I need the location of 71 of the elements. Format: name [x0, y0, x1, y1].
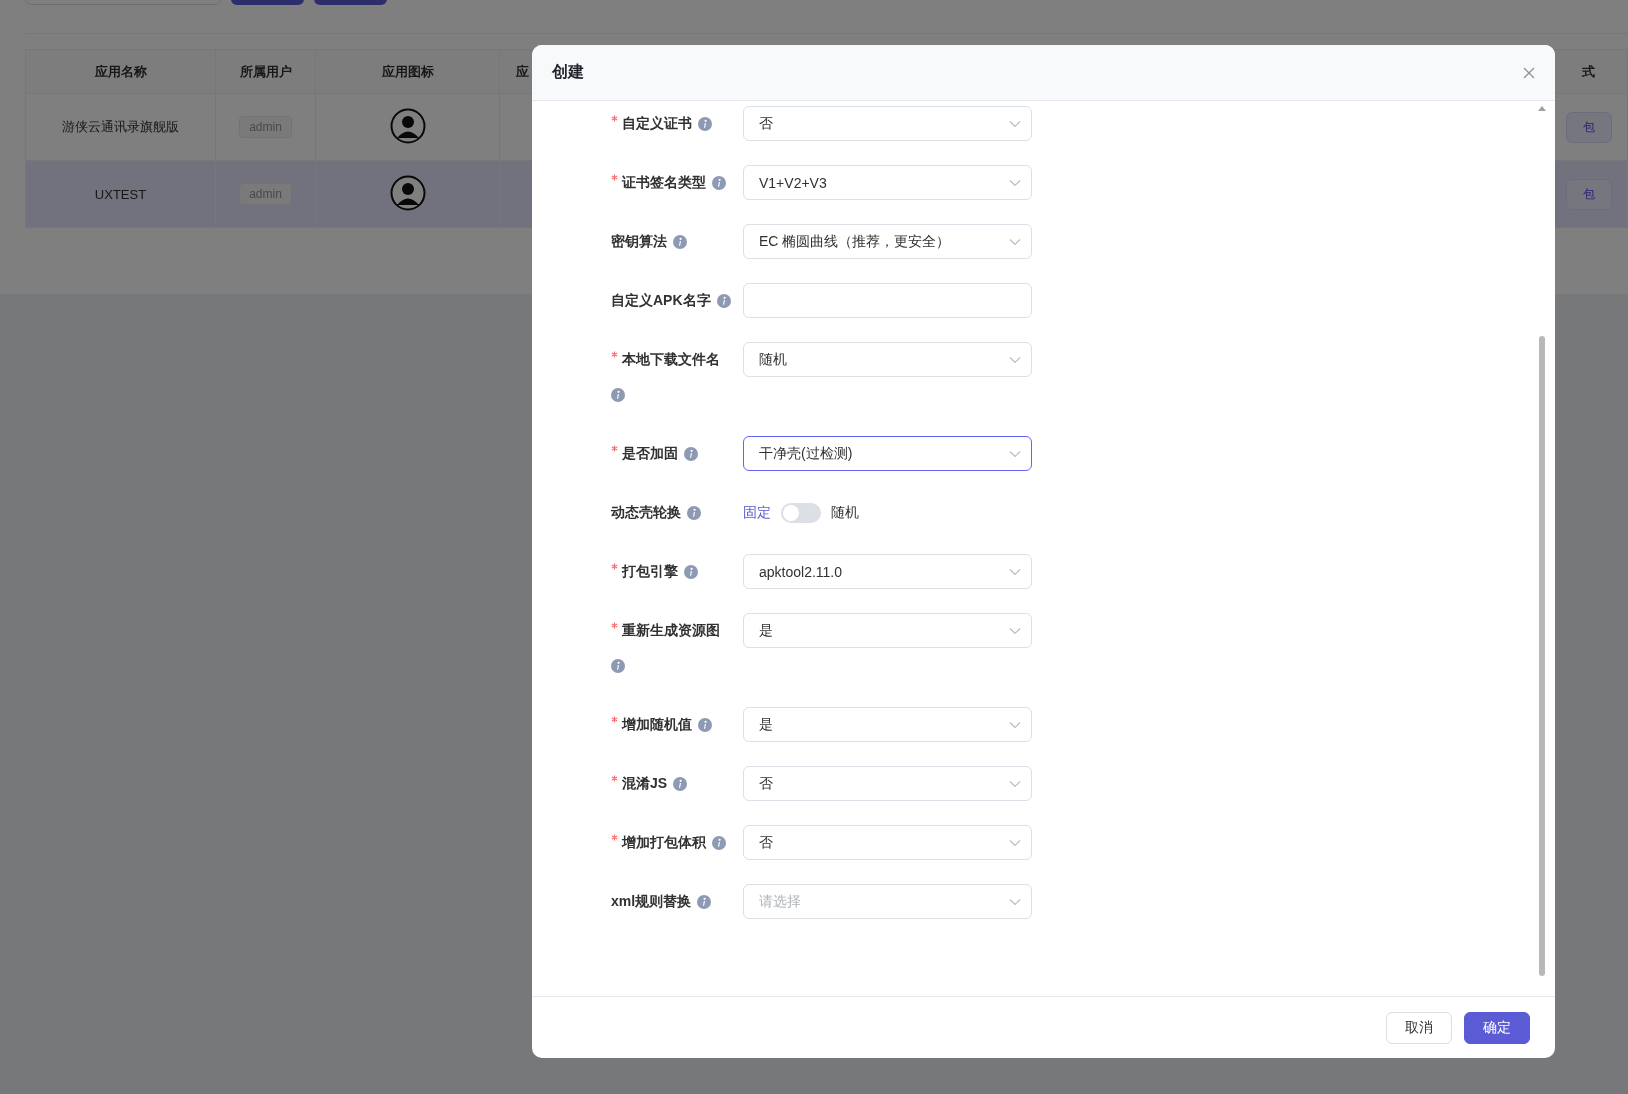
switch-label: 随机	[831, 503, 859, 522]
select-field[interactable]: apktool2.11.0	[743, 554, 1032, 589]
info-icon	[698, 717, 712, 732]
field-label: 增加随机值	[611, 707, 692, 742]
required-asterisk-icon	[611, 174, 618, 181]
info-icon	[712, 175, 726, 190]
info-icon	[684, 564, 698, 579]
avatar-icon	[389, 107, 426, 144]
field-label: xml规则替换	[611, 892, 692, 911]
select-field[interactable]: 干净壳(过检测)	[743, 436, 1032, 471]
info-icon	[716, 293, 731, 308]
close-icon[interactable]	[1523, 66, 1535, 79]
chevron-down-icon	[1009, 178, 1021, 187]
info-icon	[673, 234, 687, 249]
field-label: 自定义证书	[611, 106, 692, 141]
dialog-title: 创建	[552, 62, 584, 82]
select-field[interactable]: V1+V2+V3	[743, 165, 1032, 200]
info-icon	[712, 835, 726, 850]
info-icon	[697, 894, 712, 909]
required-asterisk-icon	[611, 716, 618, 723]
chevron-down-icon	[1009, 567, 1021, 576]
chevron-down-icon	[1009, 779, 1021, 788]
required-asterisk-icon	[611, 115, 618, 122]
select-field[interactable]: 是	[743, 613, 1032, 648]
chevron-down-icon	[1009, 897, 1021, 906]
switch-label: 固定	[743, 503, 771, 522]
select-field[interactable]: 是	[743, 707, 1032, 742]
field-label: 混淆JS	[611, 766, 668, 801]
select-field[interactable]: 随机	[743, 342, 1032, 377]
chevron-down-icon	[1009, 838, 1021, 847]
select-field[interactable]: EC 椭圆曲线（推荐，更安全）	[743, 224, 1032, 259]
chevron-down-icon	[1009, 626, 1021, 635]
info-icon	[684, 446, 698, 461]
chevron-down-icon	[1009, 119, 1021, 128]
info-icon	[673, 776, 688, 791]
column-header: 所属用户	[215, 49, 316, 94]
field-label: 重新生成资源图	[611, 613, 720, 648]
field-label: 证书签名类型	[611, 165, 706, 200]
select-field[interactable]: 否	[743, 766, 1032, 801]
chevron-down-icon	[1009, 720, 1021, 729]
cancel-button[interactable]: 取消	[1386, 1011, 1452, 1044]
chevron-down-icon	[1009, 449, 1021, 458]
chevron-down-icon	[1009, 237, 1021, 246]
select-field[interactable]: 否	[743, 825, 1032, 860]
field-label: 动态壳轮换	[611, 503, 681, 522]
confirm-button[interactable]: 确定	[1464, 1011, 1530, 1044]
field-label: 密钥算法	[611, 232, 667, 251]
column-header: 应用图标	[315, 49, 500, 94]
info-icon	[687, 505, 701, 520]
toggle-switch[interactable]	[781, 502, 821, 523]
field-label: 增加打包体积	[611, 825, 706, 860]
required-asterisk-icon	[611, 445, 618, 452]
info-icon	[611, 658, 625, 673]
field-label: 打包引擎	[611, 554, 678, 589]
table-cell: 游侠云通讯录旗舰版	[25, 93, 216, 161]
required-asterisk-icon	[611, 834, 618, 841]
info-icon	[698, 116, 712, 131]
info-icon	[611, 387, 625, 402]
required-asterisk-icon	[611, 351, 618, 358]
required-asterisk-icon	[611, 563, 618, 570]
required-asterisk-icon	[611, 622, 618, 629]
avatar-icon	[389, 174, 426, 211]
field-label: 本地下载文件名	[611, 342, 720, 377]
table-cell: UXTEST	[25, 160, 216, 228]
field-label: 自定义APK名字	[611, 291, 711, 310]
field-label: 是否加固	[611, 436, 678, 471]
chevron-down-icon	[1009, 355, 1021, 364]
select-field[interactable]: 否	[743, 106, 1032, 141]
column-header: 应用名称	[25, 49, 216, 94]
input-field[interactable]	[743, 283, 1032, 318]
required-asterisk-icon	[611, 775, 618, 782]
